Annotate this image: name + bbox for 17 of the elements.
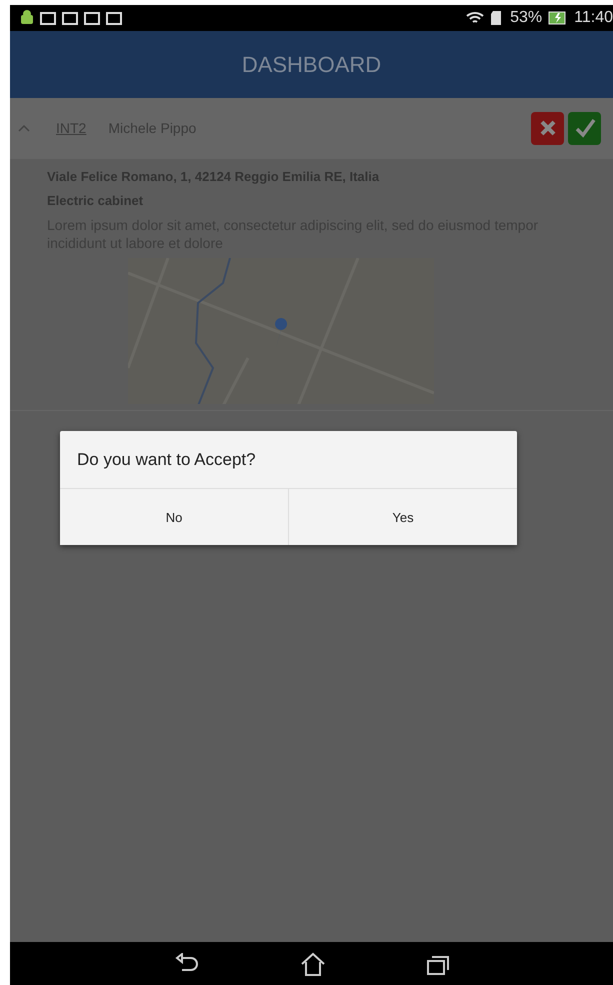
dialog-message: Do you want to Accept?	[77, 450, 256, 470]
battery-percentage: 53%	[510, 9, 542, 27]
close-icon	[538, 118, 558, 138]
app-bar-title: DASHBOARD	[242, 52, 382, 78]
notification-icon	[62, 11, 78, 25]
reject-button[interactable]	[531, 112, 564, 144]
accept-button[interactable]	[568, 112, 601, 144]
home-icon[interactable]	[300, 952, 326, 976]
battery-charging-icon	[548, 11, 568, 25]
clock-time: 11:40	[574, 9, 613, 27]
notification-icon	[106, 11, 122, 25]
notification-icon	[84, 11, 100, 25]
dialog-button[interactable]: No	[60, 489, 288, 545]
checkmark-icon	[574, 117, 596, 139]
dialog-button[interactable]: Yes	[288, 489, 517, 545]
notification-icon	[40, 11, 56, 25]
wifi-icon	[466, 11, 484, 25]
